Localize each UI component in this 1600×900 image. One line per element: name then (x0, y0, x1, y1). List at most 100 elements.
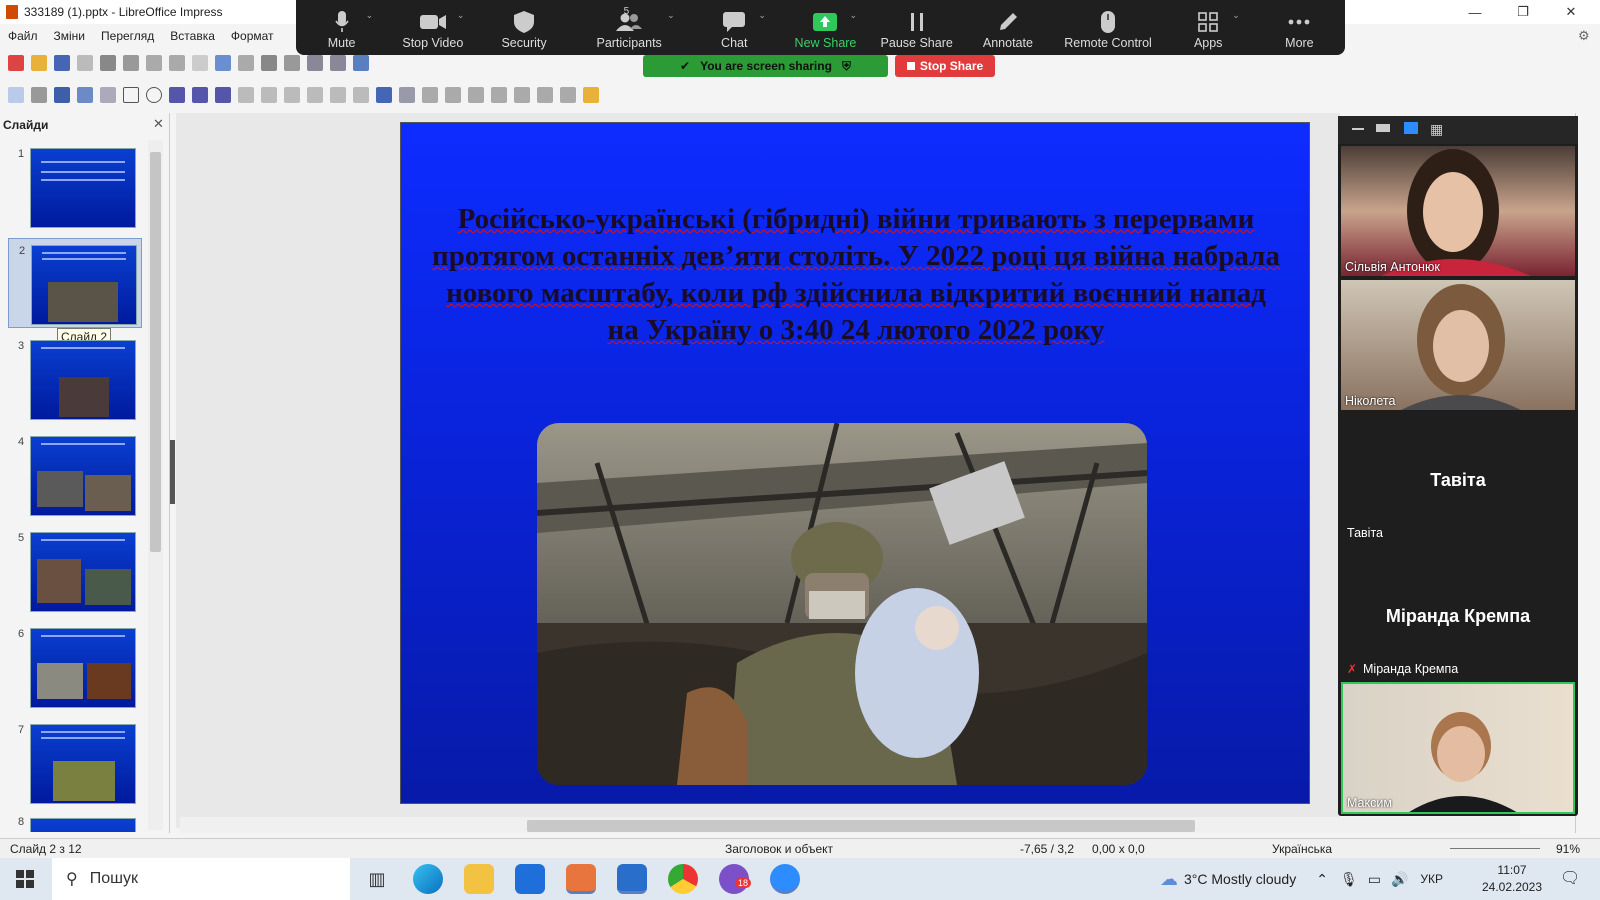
arrow-line-icon[interactable] (169, 87, 185, 103)
align-icon[interactable] (422, 87, 438, 103)
grid-view-icon[interactable]: ▦ (1430, 121, 1443, 138)
zoom-app-icon[interactable] (770, 864, 800, 894)
edge-browser-icon[interactable] (413, 864, 443, 894)
menu-format[interactable]: Формат (223, 26, 282, 46)
arrange-icon[interactable] (445, 87, 461, 103)
text-box-icon[interactable] (54, 87, 70, 103)
mail-icon[interactable] (515, 864, 545, 894)
security-button[interactable]: Security (478, 0, 569, 55)
slide-thumbnail[interactable]: 7 (0, 718, 150, 808)
table-icon[interactable] (307, 55, 323, 71)
block-arrows-icon[interactable] (284, 87, 300, 103)
slide[interactable]: Російсько-українські (гібридні) війни тр… (400, 122, 1310, 804)
zoom-level[interactable]: 91% (1556, 842, 1580, 856)
zoom-slider[interactable] (1450, 848, 1540, 849)
cut-icon[interactable] (123, 55, 139, 71)
glue-points-icon[interactable] (583, 87, 599, 103)
horizontal-scroll-thumb[interactable] (527, 820, 1195, 832)
curve-icon[interactable] (192, 87, 208, 103)
maximize-button[interactable]: ❐ (1500, 0, 1546, 24)
slide-thumbnail[interactable]: 6 (0, 622, 150, 712)
pause-share-button[interactable]: Pause Share (871, 0, 962, 55)
symbol-shapes-icon[interactable] (261, 87, 277, 103)
mute-button[interactable]: Mute ⌄ (296, 0, 387, 55)
slide-thumbnail[interactable]: 5 (0, 526, 150, 616)
more-button[interactable]: More (1254, 0, 1345, 55)
help-icon[interactable]: ⚙ (1578, 28, 1590, 44)
impress-taskbar-icon[interactable] (566, 864, 596, 894)
file-explorer-icon[interactable] (464, 864, 494, 894)
participant-tile[interactable]: Тавіта Тавіта (1341, 416, 1575, 541)
new-document-icon[interactable] (8, 55, 24, 71)
slide-title[interactable]: Російсько-українські (гібридні) війни тр… (431, 201, 1281, 349)
chat-button[interactable]: Chat ⌄ (689, 0, 780, 55)
rectangle-icon[interactable] (123, 87, 139, 103)
export-pdf-icon[interactable] (77, 55, 93, 71)
stop-share-button[interactable]: Stop Share (895, 55, 995, 77)
redo-icon[interactable] (238, 55, 254, 71)
line-icon[interactable] (100, 87, 116, 103)
battery-icon[interactable]: ▭ (1368, 871, 1381, 888)
slide-photo[interactable] (537, 423, 1147, 785)
ellipse-icon[interactable] (146, 87, 162, 103)
points-icon[interactable] (560, 87, 576, 103)
menu-view[interactable]: Перегляд (93, 26, 162, 46)
chevron-up-icon[interactable]: ⌃ (1316, 871, 1328, 888)
participant-video-active[interactable]: Максим (1341, 682, 1575, 814)
basic-shapes-icon[interactable] (238, 87, 254, 103)
spelling-icon[interactable] (284, 55, 300, 71)
print-icon[interactable] (100, 55, 116, 71)
close-icon[interactable]: ✕ (153, 116, 164, 132)
clone-formatting-icon[interactable] (192, 55, 208, 71)
callouts-icon[interactable] (330, 87, 346, 103)
minimize-button[interactable]: — (1452, 0, 1498, 24)
clock[interactable]: 11:07 24.02.2023 (1472, 862, 1552, 896)
chevron-down-icon[interactable]: ⌄ (366, 10, 374, 21)
display-views-icon[interactable] (330, 55, 346, 71)
slide-pane-scroll-thumb[interactable] (150, 152, 161, 552)
chevron-down-icon[interactable]: ⌄ (457, 10, 465, 21)
shadow-icon[interactable] (491, 87, 507, 103)
flowchart-icon[interactable] (307, 87, 323, 103)
chevron-down-icon[interactable]: ⌄ (1232, 10, 1240, 21)
save-icon[interactable] (54, 55, 70, 71)
slide-thumbnail[interactable]: 3 (0, 334, 150, 424)
slide-thumbnail[interactable]: 4 (0, 430, 150, 520)
input-language[interactable]: УКР (1420, 872, 1443, 886)
copy-icon[interactable] (146, 55, 162, 71)
windows-start-icon[interactable] (16, 870, 34, 888)
menu-edit[interactable]: Зміни (46, 26, 94, 46)
pane-splitter[interactable] (170, 440, 175, 504)
undo-icon[interactable] (215, 55, 231, 71)
open-folder-icon[interactable] (31, 55, 47, 71)
viber-icon[interactable]: 18 (719, 864, 752, 894)
connector-icon[interactable] (215, 87, 231, 103)
select-cursor-icon[interactable] (8, 87, 24, 103)
crop-icon[interactable] (514, 87, 530, 103)
slide-thumbnail[interactable]: 1 (0, 142, 150, 232)
slide-thumbnail[interactable]: 8 (0, 812, 150, 832)
chevron-down-icon[interactable]: ⌄ (850, 10, 858, 21)
annotate-button[interactable]: Annotate (962, 0, 1053, 55)
participant-tile[interactable]: Міранда Кремпа ✗ Міранда Кремпа (1341, 546, 1575, 676)
participant-video[interactable]: Ніколета (1341, 280, 1575, 410)
distribute-icon[interactable] (468, 87, 484, 103)
participant-video[interactable]: Сільвія Антонюк (1341, 146, 1575, 276)
zoom-icon[interactable] (31, 87, 47, 103)
menu-file[interactable]: Файл (0, 26, 46, 46)
taskbar-search[interactable]: ⚲ Пошук (52, 858, 350, 900)
stop-video-button[interactable]: Stop Video ⌄ (387, 0, 478, 55)
single-view-icon[interactable] (1376, 124, 1390, 132)
weather-text[interactable]: 3°C Mostly cloudy (1184, 871, 1296, 887)
paste-icon[interactable] (169, 55, 185, 71)
fill-color-icon[interactable] (77, 87, 93, 103)
find-replace-icon[interactable] (261, 55, 277, 71)
writer-taskbar-icon[interactable] (617, 864, 647, 894)
notification-icon[interactable]: 🗨 (1560, 868, 1580, 888)
menu-insert[interactable]: Вставка (162, 26, 223, 46)
strip-view-icon[interactable] (1404, 122, 1418, 134)
volume-icon[interactable]: 🔊 (1391, 871, 1408, 888)
filter-icon[interactable] (537, 87, 553, 103)
chrome-icon[interactable] (668, 864, 698, 894)
master-slide-icon[interactable] (353, 55, 369, 71)
